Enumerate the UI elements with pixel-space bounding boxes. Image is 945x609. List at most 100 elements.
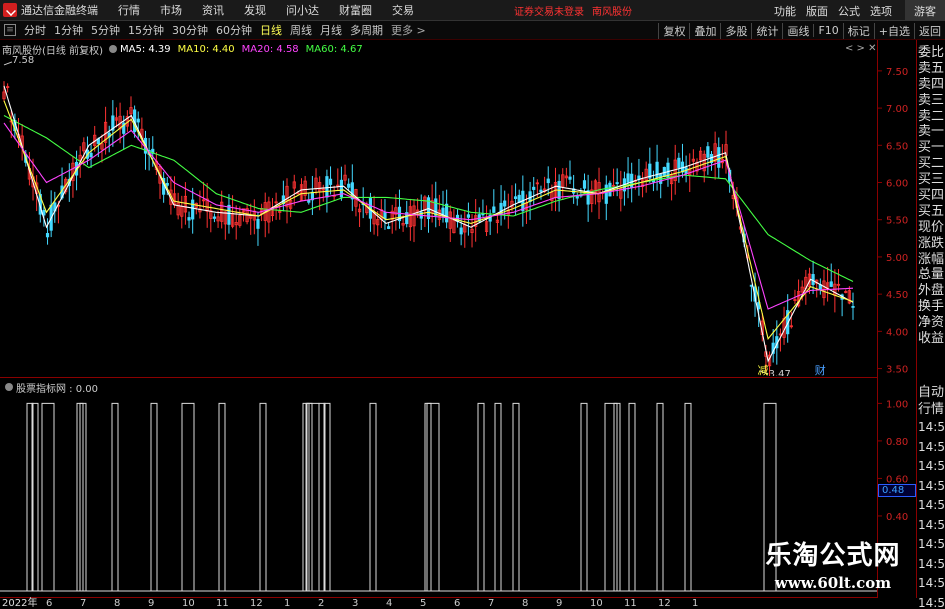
side-label: 卖三 [918, 92, 945, 108]
candle-body [165, 182, 169, 186]
candle-body [466, 214, 471, 218]
tool-duogu[interactable]: 多股 [720, 22, 751, 39]
side-label: 涨幅 [918, 251, 945, 267]
candle-body [546, 178, 550, 184]
candle-body [706, 146, 710, 158]
indicator-tick-label: 1.00 [886, 399, 908, 410]
price-tick-label: 4.00 [886, 327, 908, 338]
panel-divider [0, 377, 877, 378]
candle-body [89, 152, 93, 158]
side-label2[interactable]: 自动 [918, 384, 945, 401]
quote-side-panel: 委比 卖五 卖四 卖三 卖二 卖一 买一 买二 买三 买四 买五 现价 涨跌 涨幅 总量 外盘 换手 净资 收益 [918, 45, 945, 347]
date-tick-label: 12 [250, 598, 263, 609]
indicator-spike [580, 402, 588, 591]
date-tick-label: 8 [114, 598, 121, 609]
side-label2[interactable]: 行情 [918, 401, 945, 418]
menu-faxian[interactable]: 发现 [234, 2, 276, 18]
app-logo-icon [3, 3, 17, 17]
event-badge-reduce: 减 [757, 364, 768, 376]
guest-button[interactable]: 游客 [905, 0, 945, 21]
price-tick-label: 5.50 [886, 216, 908, 227]
side-label: 卖一 [918, 124, 945, 140]
period-60min[interactable]: 60分钟 [212, 22, 256, 38]
side-label: 卖四 [918, 76, 945, 92]
tool-diejia[interactable]: 叠加 [689, 22, 720, 39]
candle-body [513, 196, 518, 199]
date-tick-label: 9 [148, 598, 155, 609]
period-15min[interactable]: 15分钟 [124, 22, 168, 38]
date-tick-label: 11 [216, 598, 229, 609]
indicator-spike [684, 402, 692, 591]
menu-xuanxiang[interactable]: 选项 [865, 3, 897, 19]
date-tick-label: 10 [590, 598, 603, 609]
chart-stock-name: 南风股份(日线 前复权) [2, 45, 103, 57]
side-label: 现价 [918, 219, 945, 235]
date-tick-label: 5 [420, 598, 427, 609]
period-more-label: 更多 [391, 24, 413, 37]
tool-f10[interactable]: F10 [813, 24, 842, 37]
tick-time: 14:50 [918, 595, 945, 609]
side-label: 涨跌 [918, 235, 945, 251]
candle-body [677, 157, 681, 169]
side-label: 买一 [918, 140, 945, 156]
tool-fanhui[interactable]: 返回 [914, 22, 945, 39]
menu-shichang[interactable]: 市场 [150, 2, 192, 18]
side-label: 买二 [918, 156, 945, 172]
close-icon[interactable]: ✕ [868, 43, 876, 54]
indicator-header: 股票指标网 : 0.00 [2, 380, 98, 395]
toolbar-toggle-icon[interactable]: ≡ [4, 24, 16, 36]
menu-banmian[interactable]: 版面 [801, 3, 833, 19]
indicator-spike [512, 402, 520, 591]
window-controls[interactable]: < > ✕ [845, 43, 877, 54]
indicator-gear-icon[interactable] [5, 383, 13, 391]
date-tick-label: 2 [318, 598, 325, 609]
menu-wenxiaoda[interactable]: 问小达 [276, 2, 329, 18]
period-more[interactable]: 更多 > [387, 22, 430, 38]
menu-zixun[interactable]: 资讯 [192, 2, 234, 18]
date-tick-label: 2022年 [2, 598, 38, 609]
tool-huaxian[interactable]: 画线 [782, 22, 813, 39]
candle-body [45, 233, 50, 238]
period-30min[interactable]: 30分钟 [168, 22, 212, 38]
indicator-name: 股票指标网 : 0.00 [16, 383, 98, 395]
candle-body [717, 147, 721, 168]
tick-time: 14:50 [918, 459, 945, 473]
candle-body [582, 180, 587, 189]
indicator-tick-label: 0.40 [886, 512, 908, 523]
tool-zixuan[interactable]: +自选 [873, 22, 914, 39]
price-tick-label: 6.00 [886, 179, 908, 190]
menu-gongshi[interactable]: 公式 [833, 3, 865, 19]
candle-body [615, 182, 619, 185]
side-label: 换手 [918, 299, 945, 315]
tool-tongji[interactable]: 统计 [751, 22, 782, 39]
period-fenshi[interactable]: 分时 [20, 22, 50, 38]
period-multi[interactable]: 多周期 [346, 22, 387, 38]
candle-body [191, 199, 195, 220]
period-daily[interactable]: 日线 [256, 22, 286, 38]
price-chart[interactable]: 7.58 3.47减 财 [0, 56, 877, 376]
date-tick-label: 8 [522, 598, 529, 609]
period-1min[interactable]: 1分钟 [50, 22, 87, 38]
tool-biaoji[interactable]: 标记 [842, 22, 874, 39]
menu-caifuquan[interactable]: 财富圈 [329, 2, 382, 18]
period-5min[interactable]: 5分钟 [87, 22, 124, 38]
side-label: 买三 [918, 172, 945, 188]
candle-body [604, 184, 608, 204]
date-tick-label: 7 [488, 598, 495, 609]
candle-body [503, 200, 507, 207]
period-weekly[interactable]: 周线 [286, 22, 316, 38]
menu-hangqing[interactable]: 行情 [108, 2, 150, 18]
period-monthly[interactable]: 月线 [316, 22, 346, 38]
menu-gongneng[interactable]: 功能 [769, 3, 801, 19]
tick-time: 14:50 [918, 478, 945, 493]
candle-body [386, 226, 391, 229]
login-notice[interactable]: 证券交易未登录 [514, 3, 584, 18]
tool-fuquan[interactable]: 复权 [658, 22, 689, 39]
side-label: 卖二 [918, 108, 945, 124]
candle-body [811, 274, 815, 285]
settings-gear-icon[interactable] [108, 45, 117, 53]
date-tick-label: 4 [386, 598, 393, 609]
menu-jiaoyi[interactable]: 交易 [382, 2, 424, 18]
indicator-spike [656, 402, 664, 591]
high-label: 7.58 [12, 56, 34, 66]
